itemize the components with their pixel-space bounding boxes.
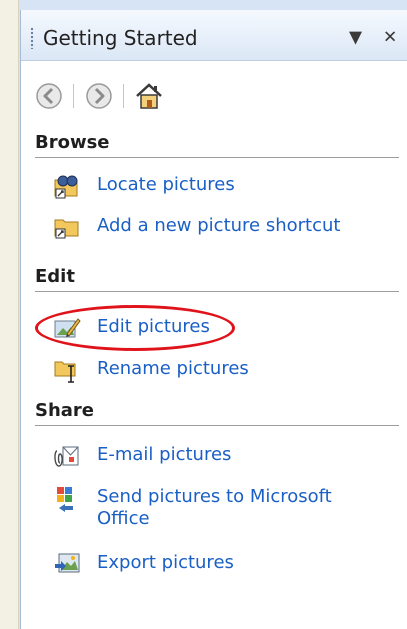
toolbar-separator xyxy=(123,84,124,108)
export-pictures-icon xyxy=(53,550,81,578)
task-pane: Getting Started ▼ ✕ Browse Locate pictur… xyxy=(20,10,407,629)
add-shortcut-icon xyxy=(53,213,81,241)
task-send-pictures-to-office[interactable]: Send pictures to Microsoft Office xyxy=(53,482,393,538)
home-icon[interactable] xyxy=(133,80,165,112)
rename-pictures-icon xyxy=(53,356,81,384)
section-heading-edit: Edit xyxy=(35,266,399,292)
task-pane-title: Getting Started xyxy=(43,26,198,50)
task-label[interactable]: E-mail pictures xyxy=(97,444,231,466)
task-label[interactable]: Rename pictures xyxy=(97,358,249,380)
task-export-pictures[interactable]: Export pictures xyxy=(53,548,393,580)
send-to-office-icon xyxy=(53,484,81,512)
task-locate-pictures[interactable]: Locate pictures xyxy=(53,170,393,202)
section-heading-share: Share xyxy=(35,400,399,426)
left-window-strip xyxy=(0,0,19,629)
back-icon[interactable] xyxy=(33,80,65,112)
pane-menu-dropdown-icon[interactable]: ▼ xyxy=(349,29,362,47)
highlight-ellipse-annotation xyxy=(35,305,235,351)
task-label[interactable]: Locate pictures xyxy=(97,174,235,196)
task-add-picture-shortcut[interactable]: Add a new picture shortcut xyxy=(53,211,393,243)
navigation-toolbar xyxy=(21,80,407,114)
close-icon[interactable]: ✕ xyxy=(383,29,397,47)
task-label[interactable]: Export pictures xyxy=(97,552,234,574)
task-label[interactable]: Send pictures to Microsoft Office xyxy=(97,486,377,530)
toolbar-separator xyxy=(73,84,74,108)
task-label[interactable]: Add a new picture shortcut xyxy=(97,215,340,237)
drag-grip-icon[interactable] xyxy=(30,27,34,49)
forward-icon[interactable] xyxy=(83,80,115,112)
task-pane-header: Getting Started ▼ ✕ xyxy=(21,10,407,61)
task-email-pictures[interactable]: E-mail pictures xyxy=(53,440,393,472)
locate-pictures-icon xyxy=(53,172,81,200)
task-rename-pictures[interactable]: Rename pictures xyxy=(53,354,393,386)
section-heading-browse: Browse xyxy=(35,132,399,158)
email-pictures-icon xyxy=(53,442,81,470)
